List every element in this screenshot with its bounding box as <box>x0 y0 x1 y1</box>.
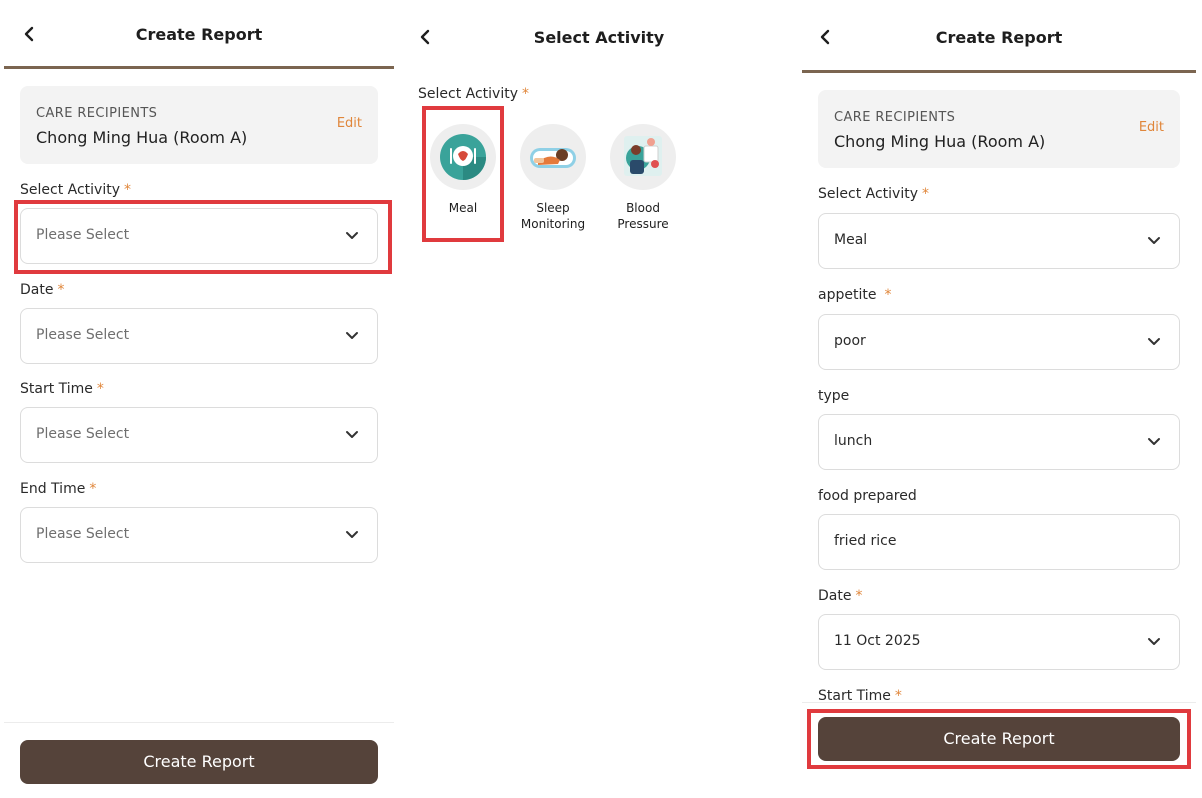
start-time-dropdown[interactable]: Please Select <box>20 407 378 463</box>
meal-icon <box>430 124 496 190</box>
app-header: Select Activity <box>404 0 794 66</box>
page-title: Select Activity <box>533 28 665 47</box>
appetite-dropdown[interactable]: poor <box>818 314 1180 370</box>
end-time-label: End Time * <box>20 481 97 497</box>
care-recipients-label: CARE RECIPIENTS <box>36 106 158 121</box>
sleep-icon <box>520 124 586 190</box>
select-activity-value: Please Select <box>36 227 130 243</box>
appetite-label: appetite * <box>818 287 892 303</box>
app-header: Create Report <box>4 0 394 66</box>
chevron-down-icon <box>1147 437 1161 447</box>
start-time-label: Start Time * <box>20 381 104 397</box>
footer-divider <box>4 722 394 723</box>
care-recipients-card: CARE RECIPIENTS Chong Ming Hua (Room A) … <box>20 86 378 164</box>
food-prepared-label: food prepared <box>818 488 917 504</box>
select-activity-label: Select Activity * <box>418 86 529 102</box>
care-recipients-card: CARE RECIPIENTS Chong Ming Hua (Room A) … <box>818 90 1180 168</box>
blood-pressure-icon <box>610 124 676 190</box>
care-recipient-name: Chong Ming Hua (Room A) <box>36 128 248 147</box>
date-dropdown[interactable]: 11 Oct 2025 <box>818 614 1180 670</box>
start-time-value: Please Select <box>36 426 130 442</box>
end-time-value: Please Select <box>36 526 130 542</box>
page-title: Create Report <box>135 25 263 44</box>
food-prepared-input[interactable]: fried rice <box>818 514 1180 570</box>
type-value: lunch <box>834 433 873 449</box>
date-label: Date * <box>20 282 65 298</box>
activity-label-blood-pressure: Blood Pressure <box>617 201 669 231</box>
create-report-screen-filled: Create Report CARE RECIPIENTS Chong Ming… <box>802 0 1196 798</box>
select-activity-value: Meal <box>834 232 868 248</box>
chevron-down-icon <box>345 231 359 241</box>
date-value: Please Select <box>36 327 130 343</box>
select-activity-label: Select Activity * <box>818 186 929 202</box>
chevron-down-icon <box>1147 236 1161 246</box>
activity-option-sleep-monitoring[interactable]: Sleep Monitoring <box>508 124 598 232</box>
type-label: type <box>818 388 850 404</box>
header-divider <box>802 70 1196 73</box>
activity-option-meal[interactable]: Meal <box>418 124 508 216</box>
select-activity-dropdown[interactable]: Meal <box>818 213 1180 269</box>
chevron-down-icon <box>345 530 359 540</box>
chevron-down-icon <box>345 430 359 440</box>
app-header: Create Report <box>802 0 1196 66</box>
select-activity-dropdown[interactable]: Please Select <box>20 208 378 264</box>
date-label: Date * <box>818 588 863 604</box>
chevron-down-icon <box>345 331 359 341</box>
activity-option-blood-pressure[interactable]: Blood Pressure <box>598 124 688 232</box>
appetite-value: poor <box>834 333 866 349</box>
create-report-button[interactable]: Create Report <box>20 740 378 784</box>
care-recipient-name: Chong Ming Hua (Room A) <box>834 132 1046 151</box>
date-value: 11 Oct 2025 <box>834 633 921 649</box>
page-title: Create Report <box>935 28 1063 47</box>
chevron-down-icon <box>1147 337 1161 347</box>
care-recipients-label: CARE RECIPIENTS <box>834 110 956 125</box>
edit-recipients-link[interactable]: Edit <box>1139 120 1164 135</box>
activity-label-sleep-monitoring: Sleep Monitoring <box>520 201 586 231</box>
chevron-down-icon <box>1147 637 1161 647</box>
end-time-dropdown[interactable]: Please Select <box>20 507 378 563</box>
create-report-screen-empty: Create Report CARE RECIPIENTS Chong Ming… <box>4 0 394 798</box>
type-dropdown[interactable]: lunch <box>818 414 1180 470</box>
activity-label-meal: Meal <box>448 201 478 215</box>
food-prepared-value: fried rice <box>834 533 897 549</box>
header-divider <box>4 66 394 69</box>
select-activity-screen: Select Activity Select Activity * Meal S… <box>404 0 794 798</box>
create-report-button[interactable]: Create Report <box>818 717 1180 761</box>
date-dropdown[interactable]: Please Select <box>20 308 378 364</box>
footer-divider <box>802 702 1196 703</box>
select-activity-label: Select Activity * <box>20 182 131 198</box>
edit-recipients-link[interactable]: Edit <box>337 116 362 131</box>
